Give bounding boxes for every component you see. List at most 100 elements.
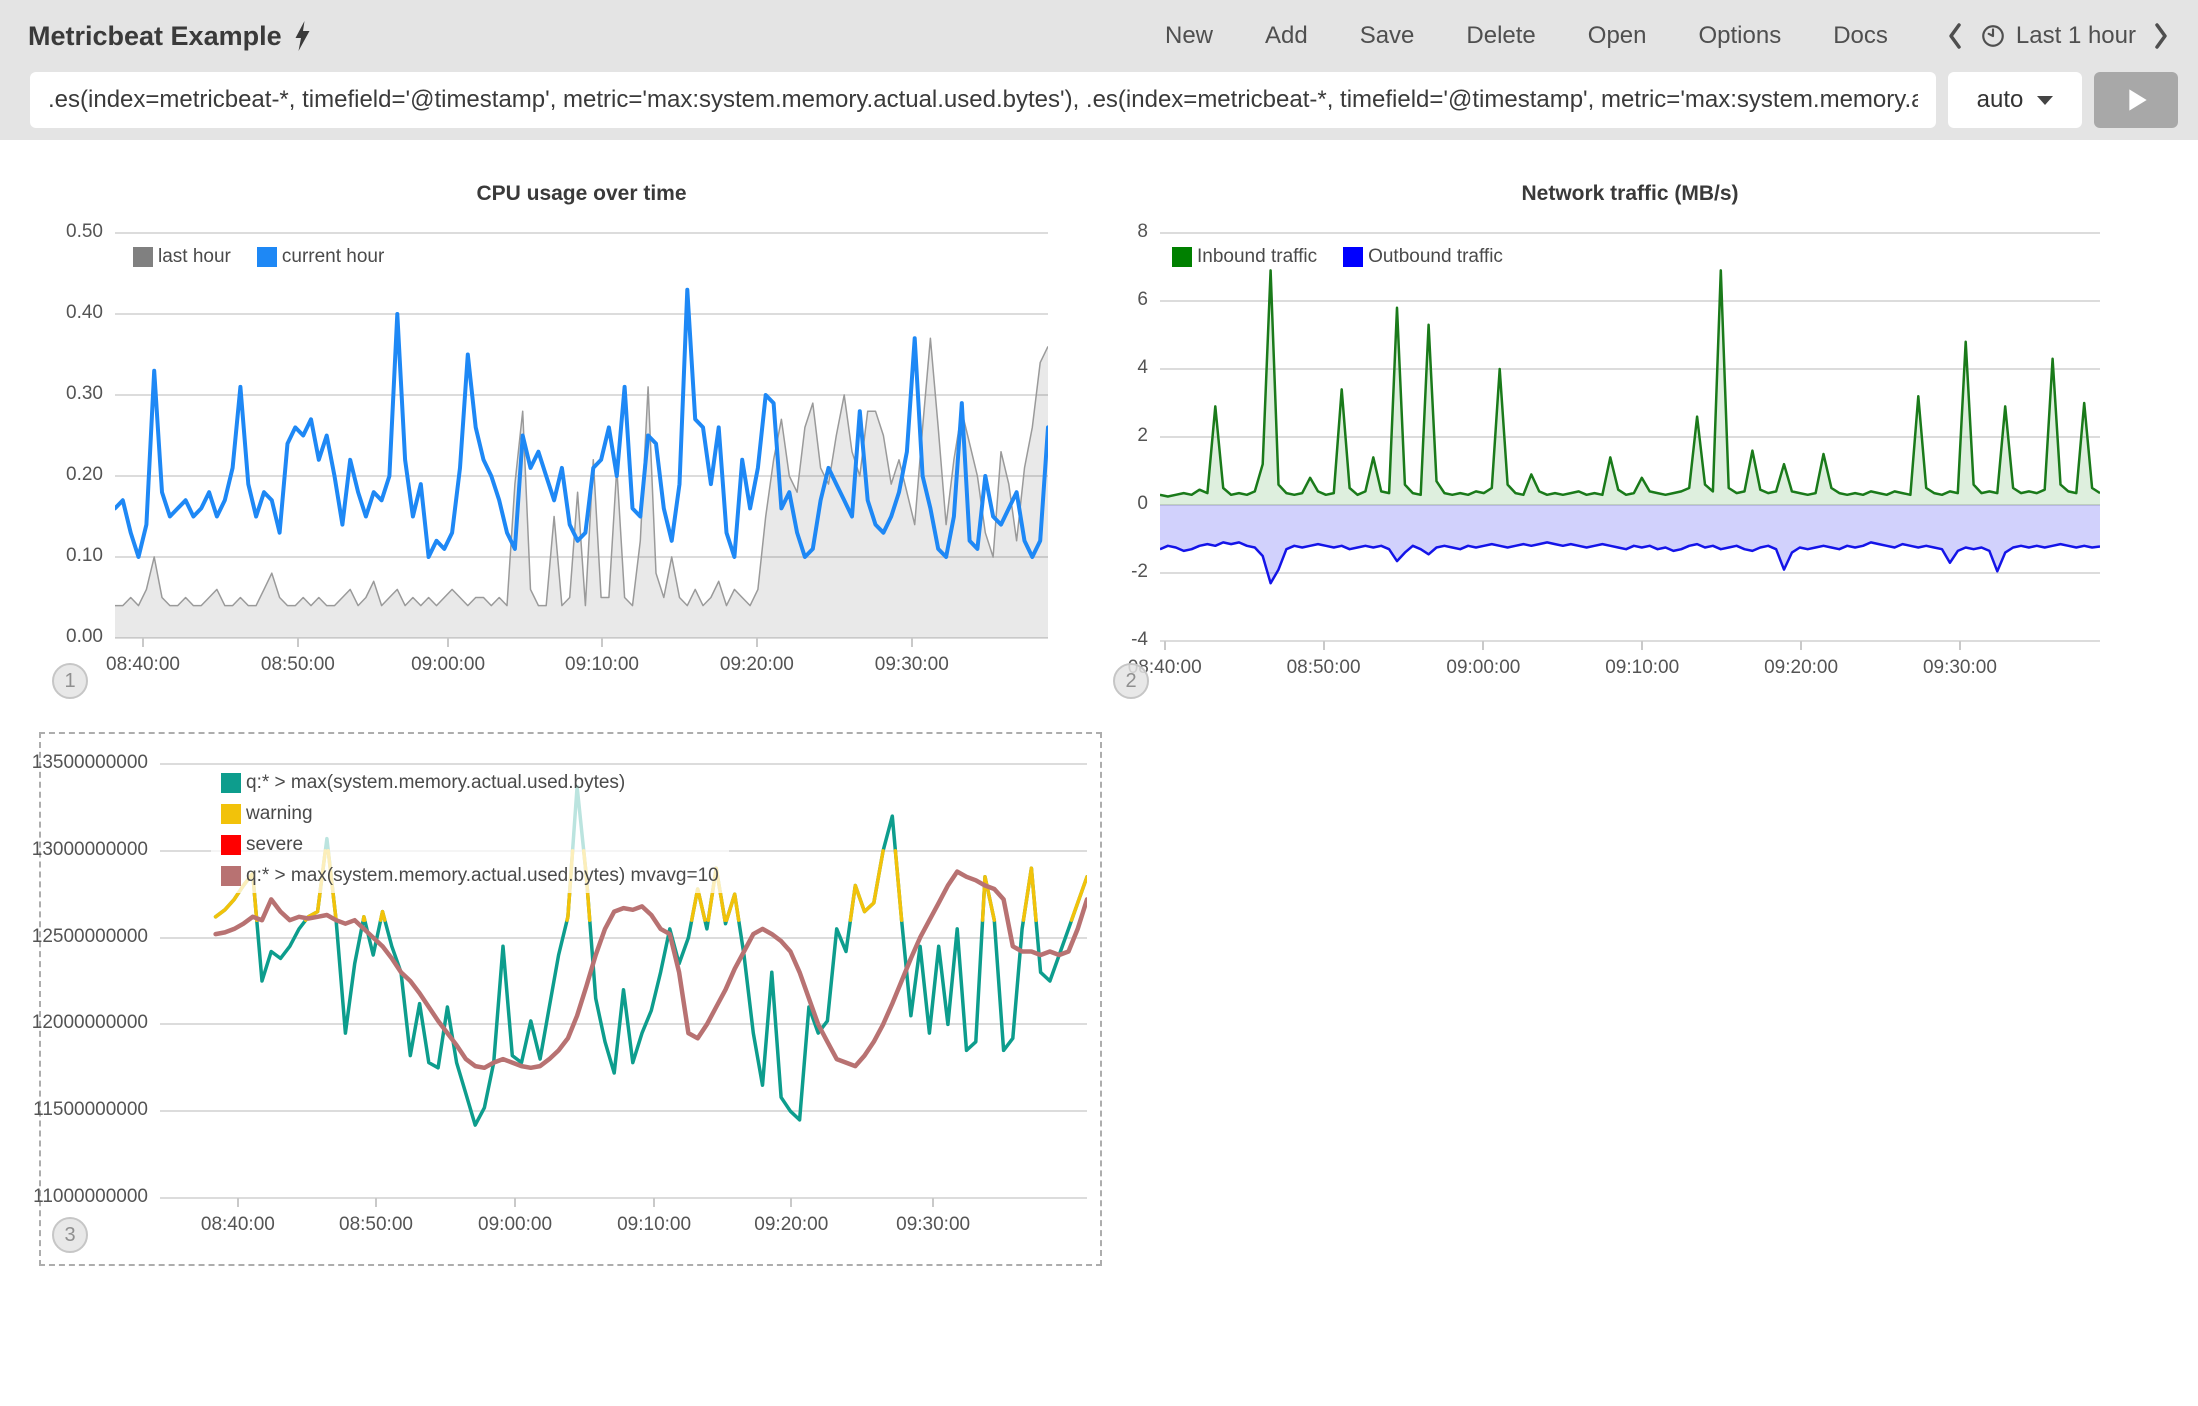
chevron-right-icon[interactable] — [2152, 22, 2170, 50]
y-axis-label: 11000000000 — [0, 1186, 148, 1208]
interval-select[interactable]: auto — [1948, 72, 2082, 128]
timelion-app: Metricbeat Example New Add Save Delete O… — [0, 0, 2198, 1406]
chart-network: Network traffic (MB/s)86420-2-408:40:000… — [1120, 180, 2130, 700]
warning-segment — [363, 917, 365, 920]
plot-area-cpu[interactable] — [115, 233, 1048, 638]
clock-icon — [1980, 23, 2006, 49]
menu-item-add[interactable]: Add — [1265, 22, 1308, 50]
warning-segment — [381, 912, 385, 921]
y-axis-label: 0.10 — [0, 545, 103, 567]
x-axis-label: 09:00:00 — [388, 654, 508, 676]
query-bar: auto — [0, 64, 2198, 128]
legend-label: q:* > max(system.memory.actual.used.byte… — [246, 772, 625, 794]
legend-cpu: last hour current hour — [133, 246, 384, 268]
x-axis-tick — [1959, 641, 1961, 650]
x-axis-tick — [1641, 641, 1643, 650]
menu-item-open[interactable]: Open — [1588, 22, 1647, 50]
legend-label: severe — [246, 834, 303, 856]
area-last hour — [115, 338, 1048, 638]
chart-memory: 1350000000013000000000125000000001200000… — [39, 732, 1102, 1266]
line-Inbound traffic — [1160, 270, 2100, 496]
y-axis-label: 0.00 — [0, 626, 103, 648]
legend-item: Inbound traffic — [1172, 246, 1317, 268]
chart-badge-2: 2 — [1113, 663, 1149, 699]
menu-item-save[interactable]: Save — [1360, 22, 1415, 50]
menu-item-options[interactable]: Options — [1699, 22, 1782, 50]
y-axis-label: 13000000000 — [0, 839, 148, 861]
legend-label: q:* > max(system.memory.actual.used.byte… — [246, 865, 719, 887]
x-axis-tick — [297, 638, 299, 647]
x-axis-label: 08:40:00 — [178, 1214, 298, 1236]
legend-swatch — [257, 247, 277, 267]
legend-item: Outbound traffic — [1343, 246, 1503, 268]
menu-item-new[interactable]: New — [1165, 22, 1213, 50]
lightning-bolt-icon — [294, 21, 311, 51]
legend-item: q:* > max(system.memory.actual.used.byte… — [221, 865, 719, 887]
legend-label: current hour — [282, 246, 384, 268]
x-axis-label: 09:20:00 — [1741, 657, 1861, 679]
x-axis-tick — [1482, 641, 1484, 650]
y-axis-label: 8 — [990, 221, 1148, 243]
x-axis-tick — [653, 1198, 655, 1207]
legend-item: q:* > max(system.memory.actual.used.byte… — [221, 772, 719, 794]
warning-segment — [692, 889, 705, 920]
legend-swatch — [1343, 247, 1363, 267]
x-axis-label: 09:00:00 — [1423, 657, 1543, 679]
plot-area-network[interactable] — [1160, 233, 2100, 641]
legend-item: last hour — [133, 246, 231, 268]
x-axis-tick — [1164, 641, 1166, 650]
legend-item: current hour — [257, 246, 384, 268]
time-picker: Last 1 hour — [1946, 22, 2170, 50]
x-axis-label: 08:50:00 — [316, 1214, 436, 1236]
interval-label: auto — [1977, 86, 2024, 114]
y-axis-label: 0.20 — [0, 464, 103, 486]
x-axis-label: 09:10:00 — [594, 1214, 714, 1236]
legend-swatch — [221, 866, 241, 886]
y-axis-label: 13500000000 — [0, 752, 148, 774]
x-axis-label: 09:20:00 — [697, 654, 817, 676]
legend-swatch — [221, 835, 241, 855]
chart-title: Network traffic (MB/s) — [1160, 182, 2100, 206]
x-axis-tick — [514, 1198, 516, 1207]
legend-label: last hour — [158, 246, 231, 268]
time-range-button[interactable]: Last 1 hour — [1980, 22, 2136, 50]
y-axis-label: 12500000000 — [0, 926, 148, 948]
line-q:* > max(system.memory.actual.used.bytes) mvavg=10 — [216, 872, 1087, 1068]
legend-item: severe — [221, 834, 719, 856]
legend-swatch — [133, 247, 153, 267]
x-axis-tick — [790, 1198, 792, 1207]
menu-item-docs[interactable]: Docs — [1833, 22, 1888, 50]
y-axis-label: 11500000000 — [0, 1099, 148, 1121]
legend-label: Outbound traffic — [1368, 246, 1503, 268]
chevron-left-icon[interactable] — [1946, 22, 1964, 50]
y-axis-label: 12000000000 — [0, 1012, 148, 1034]
x-axis-tick — [911, 638, 913, 647]
play-icon — [2120, 84, 2152, 116]
x-axis-label: 09:20:00 — [731, 1214, 851, 1236]
x-axis-label: 09:30:00 — [1900, 657, 2020, 679]
run-query-button[interactable] — [2094, 72, 2178, 128]
x-axis-tick — [601, 638, 603, 647]
legend-swatch — [1172, 247, 1192, 267]
time-range-label: Last 1 hour — [2016, 22, 2136, 50]
y-axis-label: -2 — [990, 561, 1148, 583]
top-bar: Metricbeat Example New Add Save Delete O… — [0, 0, 2198, 140]
page-title: Metricbeat Example — [28, 21, 311, 52]
chart-badge-1: 1 — [52, 663, 88, 699]
x-axis-label: 09:30:00 — [852, 654, 972, 676]
x-axis-tick — [447, 638, 449, 647]
menu-item-delete[interactable]: Delete — [1466, 22, 1535, 50]
x-axis-tick — [142, 638, 144, 647]
header-row: Metricbeat Example New Add Save Delete O… — [0, 0, 2198, 64]
x-axis-label: 09:00:00 — [455, 1214, 575, 1236]
y-axis-label: 2 — [990, 425, 1148, 447]
warning-segment — [850, 851, 883, 920]
page-title-text: Metricbeat Example — [28, 21, 282, 52]
timelion-expression-input[interactable] — [30, 72, 1936, 128]
x-axis-label: 09:10:00 — [542, 654, 662, 676]
chevron-down-icon — [2037, 96, 2053, 105]
x-axis-label: 09:10:00 — [1582, 657, 1702, 679]
y-axis-label: -4 — [990, 629, 1148, 651]
y-axis-label: 0 — [990, 493, 1148, 515]
x-axis-label: 08:50:00 — [1264, 657, 1384, 679]
